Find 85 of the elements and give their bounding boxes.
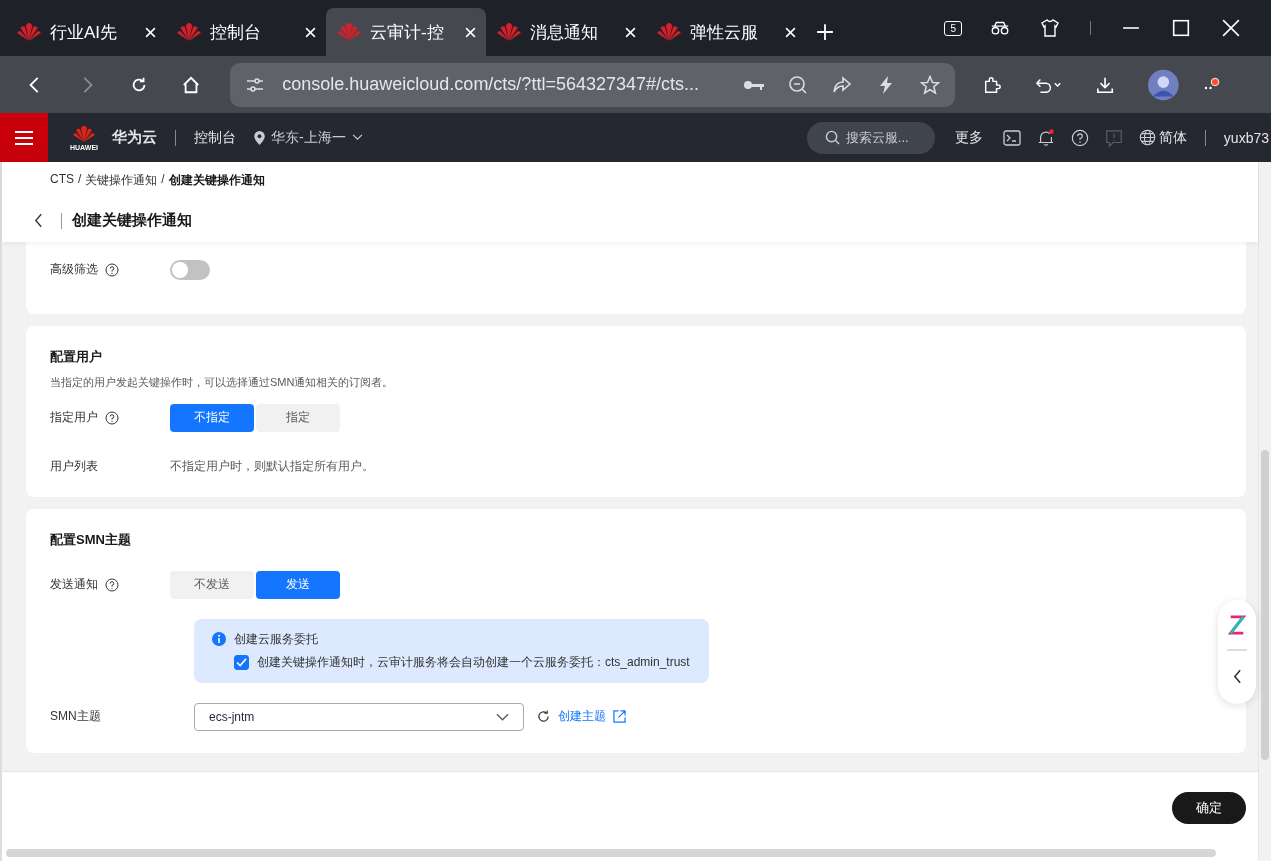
- browser-tab[interactable]: 行业AI先: [6, 8, 166, 56]
- help-icon[interactable]: [105, 577, 119, 592]
- tab-title: 弹性云服: [690, 21, 759, 44]
- refresh-icon[interactable]: [537, 710, 550, 724]
- external-link-icon[interactable]: [613, 710, 626, 724]
- terminal-icon[interactable]: [1002, 128, 1021, 147]
- maximize-icon[interactable]: [1171, 19, 1191, 37]
- flower-logo-icon: [176, 21, 202, 43]
- create-topic-link[interactable]: 创建主题: [558, 708, 606, 726]
- close-icon[interactable]: [145, 26, 156, 38]
- close-icon[interactable]: [785, 26, 796, 38]
- browser-tab[interactable]: 控制台: [166, 8, 326, 56]
- globe-icon: [1138, 129, 1156, 146]
- console-link[interactable]: 控制台: [194, 128, 236, 147]
- browser-tab[interactable]: 消息通知: [486, 8, 646, 56]
- username[interactable]: yuxb73: [1223, 129, 1269, 146]
- new-tab-icon[interactable]: [816, 23, 834, 41]
- close-icon[interactable]: [625, 26, 636, 38]
- flower-logo-icon: [336, 21, 362, 43]
- star-icon[interactable]: [919, 74, 941, 95]
- search-field[interactable]: 搜索云服...: [806, 121, 935, 154]
- field-label: 高级筛选: [50, 261, 98, 279]
- home-icon[interactable]: [182, 74, 201, 95]
- section-title: 配置用户: [50, 347, 103, 366]
- back-icon[interactable]: [34, 213, 43, 228]
- close-icon[interactable]: [1221, 19, 1241, 37]
- location-pin-icon: [254, 130, 265, 145]
- tab-title: 行业AI先: [50, 21, 119, 44]
- breadcrumb-separator: /: [161, 172, 165, 188]
- glasses-icon[interactable]: [990, 19, 1010, 37]
- zoom-out-icon[interactable]: [787, 74, 809, 95]
- language-selector[interactable]: 简体: [1138, 128, 1187, 147]
- tab-title: 云审计-控: [370, 21, 445, 44]
- segment-button[interactable]: 指定: [256, 403, 340, 432]
- browser-tab[interactable]: 云审计-控: [326, 8, 486, 56]
- flower-logo-icon: [656, 21, 682, 43]
- field-label: 用户列表: [50, 457, 98, 475]
- avatar-icon[interactable]: [1148, 67, 1179, 102]
- menu-icon: [15, 130, 33, 145]
- help-icon[interactable]: [105, 262, 119, 277]
- close-icon[interactable]: [305, 26, 316, 38]
- section-description: 当指定的用户发起关键操作时，可以选择通过SMN通知相关的订阅者。: [50, 374, 395, 390]
- field-label: 发送通知: [50, 576, 98, 594]
- tab-title: 消息通知: [530, 21, 599, 44]
- chevron-down-icon: [496, 712, 509, 721]
- field-label: 指定用户: [50, 409, 98, 427]
- notice-text: 创建关键操作通知时，云审计服务将会自动创建一个云服务委托：cts_admin_trust: [257, 653, 690, 671]
- bell-icon[interactable]: [1036, 128, 1055, 147]
- field-value: 不指定用户时，则默认指定所有用户。: [170, 457, 374, 475]
- menu-button[interactable]: [0, 113, 48, 162]
- brand-name: 华为云: [112, 128, 157, 147]
- share-icon[interactable]: [831, 74, 853, 95]
- segment-button[interactable]: 发送: [256, 570, 340, 599]
- tab-count[interactable]: 5: [944, 20, 962, 36]
- topic-select[interactable]: ecs-jntm: [194, 702, 524, 731]
- notice-title: 创建云服务委托: [234, 630, 318, 648]
- region-selector[interactable]: 华东-上海一: [254, 128, 363, 147]
- breadcrumb-separator: /: [78, 172, 82, 188]
- field-label: SMN主题: [50, 708, 101, 726]
- flower-logo-icon: [496, 21, 522, 43]
- search-icon: [824, 130, 840, 145]
- flower-logo-icon[interactable]: [71, 124, 97, 144]
- shirt-icon[interactable]: [1040, 19, 1060, 37]
- checkbox[interactable]: [234, 654, 249, 670]
- segment-button[interactable]: 不发送: [170, 570, 254, 599]
- breadcrumb-link[interactable]: 关键操作通知: [85, 172, 158, 189]
- toggle-switch[interactable]: [170, 259, 210, 280]
- close-icon[interactable]: [465, 26, 476, 38]
- confirm-button[interactable]: 确定: [1172, 792, 1246, 825]
- flower-logo-icon: [16, 21, 42, 43]
- info-icon: [212, 632, 226, 647]
- segment-button[interactable]: 不指定: [170, 403, 254, 432]
- scrollbar-thumb[interactable]: [1261, 450, 1269, 760]
- collapse-icon[interactable]: [1232, 668, 1242, 684]
- tab-title: 控制台: [210, 21, 262, 44]
- help-icon[interactable]: [105, 410, 119, 425]
- more-link[interactable]: 更多: [954, 128, 983, 147]
- scrollbar-thumb[interactable]: [6, 849, 1216, 858]
- breadcrumb-link[interactable]: CTS: [50, 172, 74, 189]
- extension-icon[interactable]: [983, 74, 1002, 95]
- address-field[interactable]: console.huaweicloud.com/cts/?ttl=564327347#/cts...: [230, 62, 955, 107]
- browser-tab[interactable]: 弹性云服: [646, 8, 806, 56]
- section-title: 配置SMN主题: [50, 530, 132, 549]
- page-title: 创建关键操作通知: [72, 211, 192, 230]
- chevron-down-icon: [351, 134, 363, 141]
